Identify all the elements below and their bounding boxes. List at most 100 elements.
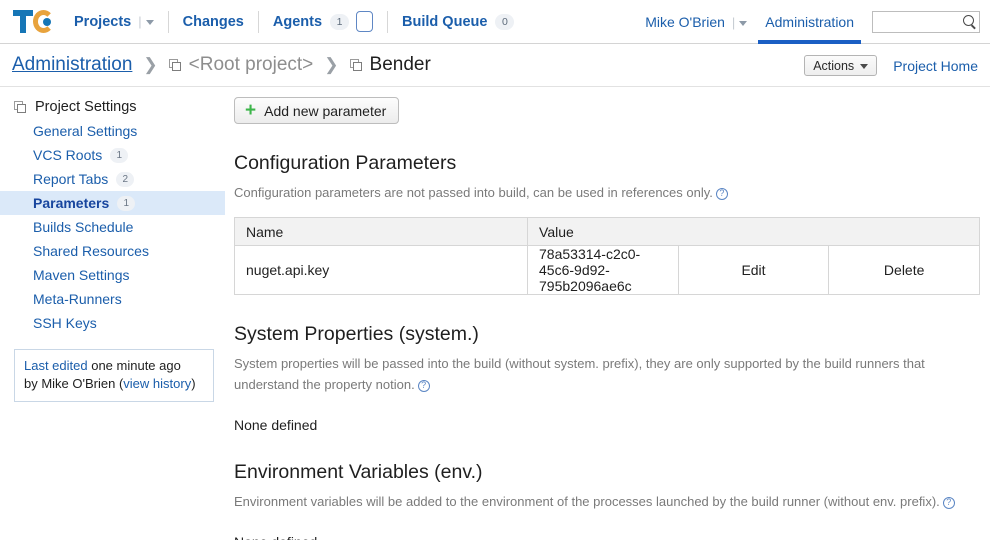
sidebar-item-shared-resources[interactable]: Shared Resources: [0, 239, 225, 263]
section-description-text: System properties will be passed into th…: [234, 356, 925, 392]
projects-dropdown-toggle[interactable]: |: [138, 14, 154, 29]
nav-label-agents: Agents: [272, 13, 323, 30]
logo-dot: [43, 17, 51, 26]
project-icon-front: [17, 104, 26, 113]
project-icon: [349, 59, 363, 71]
project-home-link[interactable]: Project Home: [893, 58, 978, 74]
help-icon[interactable]: ?: [417, 379, 430, 392]
sidebar-item-builds-schedule[interactable]: Builds Schedule: [0, 215, 225, 239]
sidebar-item-label: Report Tabs: [33, 171, 109, 187]
sidebar-item-label: Maven Settings: [33, 267, 130, 283]
cell-parameter-value: 78a53314-c2c0-45c6-9d92-795b2096ae6c: [527, 245, 679, 295]
admin-tab-label: Administration: [765, 14, 854, 30]
breadcrumb-current-label: Bender: [369, 54, 431, 75]
logo-t-stem: [20, 12, 26, 33]
user-dropdown-toggle[interactable]: |: [731, 14, 748, 30]
sidebar-item-label: Parameters: [33, 195, 110, 211]
environment-variables-empty-state: None defined: [234, 534, 982, 540]
section-title: Environment Variables (env.): [234, 461, 483, 483]
table-row: nuget.api.key 78a53314-c2c0-45c6-9d92-79…: [233, 245, 980, 295]
sidebar-item-badge: 1: [117, 195, 136, 211]
help-icon[interactable]: ?: [715, 187, 728, 200]
sidebar-item-label: Meta-Runners: [33, 291, 122, 307]
search-box[interactable]: [872, 11, 980, 33]
system-properties-empty-state: None defined: [234, 417, 318, 433]
header-right-area: Mike O'Brien | Administration: [645, 0, 990, 44]
project-icon-front: [171, 62, 181, 71]
parameters-table: Name Value nuget.api.key 78a53314-c2c0-4…: [233, 217, 980, 295]
divider-pipe: |: [138, 14, 142, 29]
agents-box-icon[interactable]: [356, 11, 374, 32]
section-configuration-parameters: Configuration Parameters Configuration p…: [233, 152, 982, 295]
divider-pipe: |: [731, 14, 736, 30]
chevron-down-icon: [739, 20, 748, 26]
table-header-row: Name Value: [233, 217, 980, 246]
agents-count-badge: 1: [330, 13, 350, 30]
view-history-link[interactable]: view history: [123, 376, 191, 391]
cell-parameter-name: nuget.api.key: [233, 245, 529, 295]
section-title: Configuration Parameters: [234, 152, 457, 174]
sidebar-item-label: General Settings: [33, 123, 138, 139]
project-icon: [168, 59, 182, 71]
sidebar-item-label: Builds Schedule: [33, 219, 134, 235]
sidebar-item-parameters[interactable]: Parameters 1: [0, 191, 225, 215]
section-description: System properties will be passed into th…: [234, 353, 969, 395]
sidebar-item-vcs-roots[interactable]: VCS Roots 1: [0, 143, 225, 167]
user-name-label: Mike O'Brien: [645, 14, 725, 30]
sidebar-item-label: Shared Resources: [33, 243, 149, 259]
section-description: Configuration parameters are not passed …: [234, 182, 969, 203]
teamcity-logo[interactable]: [12, 7, 60, 37]
build-queue-count-badge: 0: [495, 13, 515, 30]
breadcrumb-administration[interactable]: Administration: [12, 54, 132, 76]
search-icon[interactable]: [963, 15, 974, 26]
sidebar-item-meta-runners[interactable]: Meta-Runners: [0, 287, 225, 311]
edit-parameter-link[interactable]: Edit: [677, 245, 830, 295]
add-new-parameter-button[interactable]: + Add new parameter: [234, 97, 400, 124]
project-icon: [14, 101, 27, 113]
last-edited-box: Last edited one minute ago by Mike O'Bri…: [14, 349, 214, 402]
top-header: Projects | Changes Agents 1 Build Queue …: [0, 0, 990, 44]
section-description-text: Configuration parameters are not passed …: [234, 185, 713, 200]
section-description-text: Environment variables will be added to t…: [234, 494, 940, 509]
breadcrumb-root-label: <Root project>: [188, 54, 314, 75]
chevron-down-icon: [860, 64, 869, 69]
breadcrumb-separator: ❯: [324, 55, 339, 74]
sidebar-item-badge: 1: [110, 147, 129, 163]
user-menu[interactable]: Mike O'Brien |: [645, 14, 753, 30]
last-edited-paren: ): [191, 376, 196, 391]
nav-item-agents[interactable]: Agents 1: [259, 8, 387, 36]
sidebar-item-general-settings[interactable]: General Settings: [0, 119, 225, 143]
page-body: Project Settings General Settings VCS Ro…: [0, 87, 990, 540]
section-system-properties: System Properties (system.) System prope…: [234, 323, 982, 433]
sidebar-item-maven-settings[interactable]: Maven Settings: [0, 263, 225, 287]
sidebar-item-label: VCS Roots: [33, 147, 103, 163]
sidebar-item-report-tabs[interactable]: Report Tabs 2: [0, 167, 225, 191]
section-description: Environment variables will be added to t…: [234, 491, 969, 512]
sidebar-item-ssh-keys[interactable]: SSH Keys: [0, 311, 225, 335]
actions-button-label: Actions: [813, 58, 855, 73]
help-icon[interactable]: ?: [942, 496, 955, 509]
delete-parameter-link[interactable]: Delete: [828, 245, 980, 295]
breadcrumb: Administration ❯ <Root project> ❯ Bender…: [0, 44, 990, 87]
last-edited-author: by Mike O'Brien (: [24, 376, 124, 391]
section-environment-variables: Environment Variables (env.) Environment…: [234, 461, 982, 540]
column-header-value: Value: [527, 217, 980, 246]
nav-item-projects[interactable]: Projects |: [60, 8, 168, 36]
breadcrumb-root-project[interactable]: <Root project>: [168, 54, 314, 76]
nav-label-build-queue: Build Queue: [402, 13, 488, 30]
sidebar-title-label: Project Settings: [35, 99, 137, 115]
last-edited-link[interactable]: Last edited: [24, 358, 88, 373]
nav-item-changes[interactable]: Changes: [169, 8, 258, 36]
actions-button[interactable]: Actions: [804, 55, 878, 76]
sidebar-item-badge: 2: [116, 171, 135, 187]
add-new-parameter-label: Add new parameter: [264, 102, 387, 119]
column-header-name: Name: [233, 217, 529, 246]
parameters-table-body: nuget.api.key 78a53314-c2c0-45c6-9d92-79…: [233, 245, 980, 295]
sidebar-title: Project Settings: [0, 95, 225, 119]
nav-item-build-queue[interactable]: Build Queue 0: [388, 8, 528, 36]
chevron-down-icon: [145, 20, 154, 25]
tab-administration[interactable]: Administration: [753, 0, 866, 44]
nav-label-projects: Projects: [74, 13, 132, 30]
sidebar-item-label: SSH Keys: [33, 315, 97, 331]
section-title: System Properties (system.): [234, 323, 479, 345]
